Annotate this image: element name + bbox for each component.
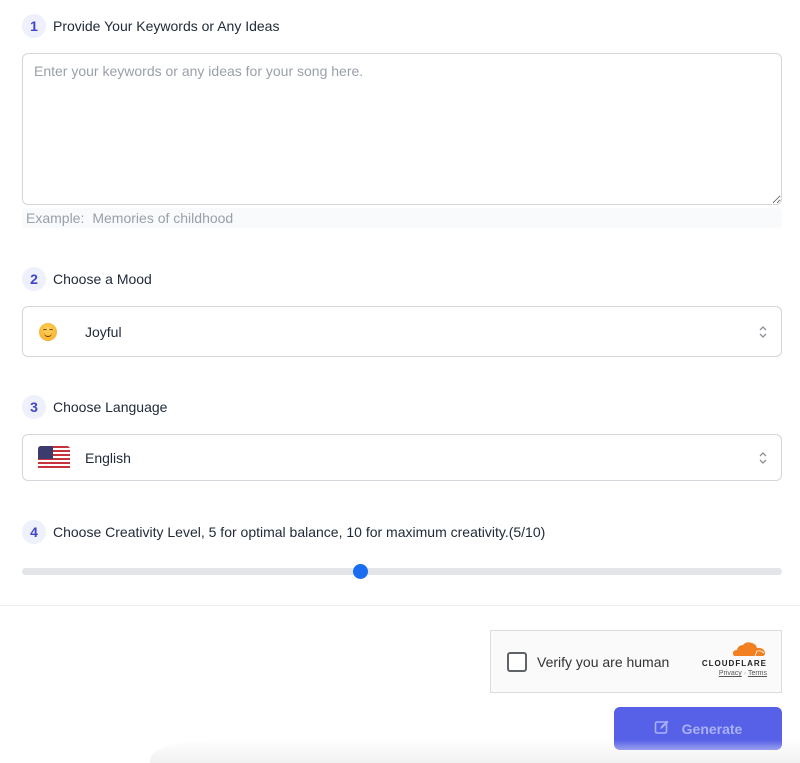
language-select[interactable]: English bbox=[22, 434, 782, 481]
link-separator: · bbox=[743, 670, 747, 677]
verify-checkbox[interactable] bbox=[507, 651, 527, 672]
chevron-up-down-icon bbox=[745, 450, 781, 466]
step-label: Choose Creativity Level, 5 for optimal b… bbox=[53, 524, 546, 540]
step-3-header: 3 Choose Language bbox=[22, 395, 167, 419]
step-2-header: 2 Choose a Mood bbox=[22, 267, 152, 291]
step-number: 4 bbox=[22, 520, 46, 544]
verify-label: Verify you are human bbox=[537, 653, 670, 670]
smiling-face-icon bbox=[23, 322, 73, 341]
step-label: Choose a Mood bbox=[53, 271, 152, 287]
bottom-shadow bbox=[150, 740, 800, 763]
edit-icon bbox=[654, 719, 670, 738]
cloudflare-name: CLOUDFLARE bbox=[701, 659, 767, 668]
step-label: Choose Language bbox=[53, 399, 168, 415]
language-value: English bbox=[85, 449, 131, 466]
keywords-input[interactable] bbox=[22, 53, 782, 205]
cloudflare-brand: CLOUDFLARE Privacy · Terms bbox=[702, 641, 767, 677]
step-number: 2 bbox=[22, 267, 46, 291]
example-hint: Example: Memories of childhood bbox=[22, 208, 782, 228]
step-4-header: 4 Choose Creativity Level, 5 for optimal… bbox=[22, 520, 545, 544]
privacy-link[interactable]: Privacy bbox=[719, 670, 742, 677]
slider-thumb[interactable] bbox=[353, 564, 369, 579]
step-number: 3 bbox=[22, 395, 46, 419]
step-number: 1 bbox=[22, 14, 46, 38]
chevron-up-down-icon bbox=[745, 324, 781, 340]
divider bbox=[0, 605, 800, 606]
example-prefix: Example: bbox=[26, 210, 85, 226]
cloudflare-cloud-icon bbox=[733, 642, 765, 657]
mood-select[interactable]: Joyful bbox=[22, 306, 782, 357]
us-flag-icon bbox=[23, 445, 85, 470]
cloudflare-captcha: Verify you are human CLOUDFLARE Privacy … bbox=[490, 630, 782, 693]
mood-value: Joyful bbox=[85, 323, 122, 340]
creativity-slider[interactable] bbox=[22, 564, 782, 579]
terms-link[interactable]: Terms bbox=[748, 670, 767, 677]
example-value[interactable]: Memories of childhood bbox=[92, 210, 233, 226]
generate-label: Generate bbox=[681, 720, 743, 737]
step-label: Provide Your Keywords or Any Ideas bbox=[53, 18, 280, 34]
step-1-header: 1 Provide Your Keywords or Any Ideas bbox=[22, 14, 279, 38]
